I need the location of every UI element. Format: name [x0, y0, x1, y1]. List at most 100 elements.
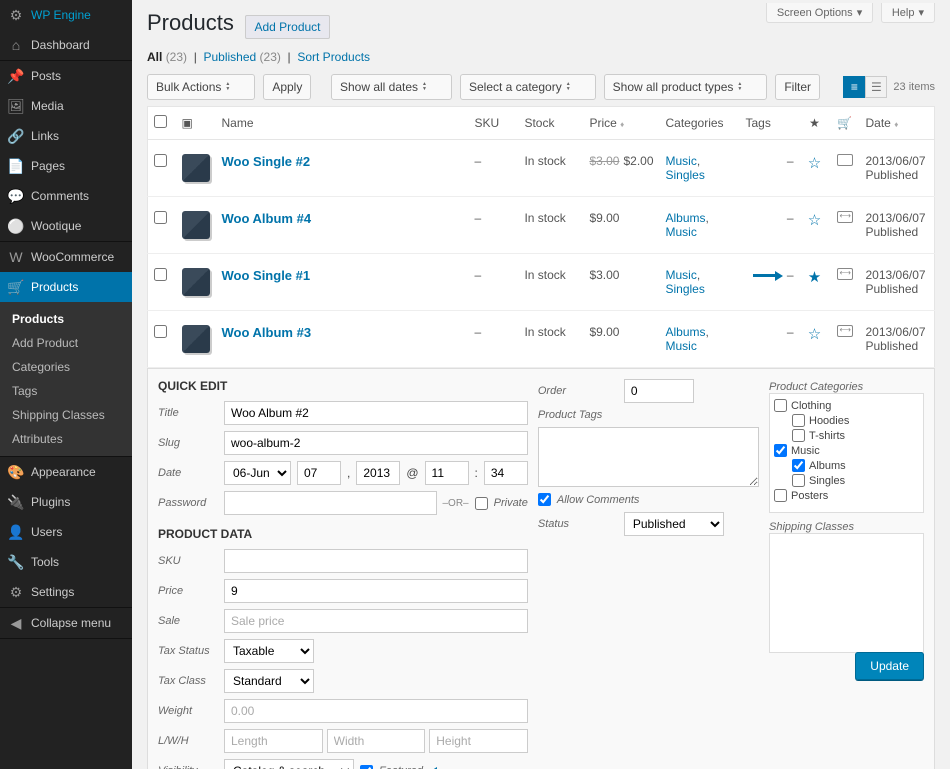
- featured-star-icon[interactable]: ☆: [808, 212, 821, 229]
- category-checklist[interactable]: ClothingHoodiesT-shirtsMusicAlbumsSingle…: [769, 393, 924, 513]
- sidebar-item-comments[interactable]: 💬Comments: [0, 181, 132, 211]
- featured-star-icon[interactable]: ☆: [808, 155, 821, 172]
- type-filter-select[interactable]: Show all product types▲▼: [604, 74, 768, 100]
- apply-button[interactable]: Apply: [263, 74, 311, 100]
- sidebar-item-woocommerce[interactable]: WWooCommerce: [0, 242, 132, 272]
- product-name-link[interactable]: Woo Album #3: [222, 325, 312, 340]
- filter-button[interactable]: Filter: [775, 74, 820, 100]
- qe-order-input[interactable]: [624, 379, 694, 403]
- date-column-header[interactable]: Date ♦: [860, 107, 935, 140]
- qe-year-input[interactable]: [356, 461, 400, 485]
- category-link[interactable]: Music: [666, 225, 697, 239]
- category-checkbox[interactable]: [774, 444, 787, 457]
- featured-star-icon[interactable]: ☆: [808, 326, 821, 343]
- price-column-header[interactable]: Price ♦: [583, 107, 659, 140]
- category-filter-select[interactable]: Select a category▲▼: [460, 74, 596, 100]
- tags-column-header[interactable]: Tags: [740, 107, 800, 140]
- sidebar-item-collapse-menu[interactable]: ◀Collapse menu: [0, 608, 132, 638]
- product-thumbnail[interactable]: [182, 325, 210, 353]
- product-name-link[interactable]: Woo Album #4: [222, 211, 312, 226]
- dates-filter-select[interactable]: Show all dates▲▼: [331, 74, 452, 100]
- sidebar-item-wp-engine[interactable]: ⚙WP Engine: [0, 0, 132, 30]
- qe-status-select[interactable]: Published: [624, 512, 724, 536]
- qe-featured-checkbox[interactable]: [360, 765, 373, 769]
- submenu-categories[interactable]: Categories: [0, 355, 132, 379]
- category-checkbox-item[interactable]: Posters: [774, 488, 919, 503]
- category-checkbox[interactable]: [792, 429, 805, 442]
- row-checkbox[interactable]: [154, 211, 167, 224]
- sidebar-item-media[interactable]: 🖼Media: [0, 91, 132, 121]
- category-checkbox-item[interactable]: Singles: [774, 473, 919, 488]
- qe-taxstatus-select[interactable]: Taxable: [224, 639, 314, 663]
- sidebar-item-dashboard[interactable]: ⌂Dashboard: [0, 30, 132, 60]
- published-filter-link[interactable]: Published: [203, 50, 256, 64]
- submenu-add-product[interactable]: Add Product: [0, 331, 132, 355]
- submenu-attributes[interactable]: Attributes: [0, 427, 132, 451]
- qe-length-input[interactable]: [224, 729, 323, 753]
- bulk-actions-select[interactable]: Bulk Actions▲▼: [147, 74, 255, 100]
- qe-height-input[interactable]: [429, 729, 528, 753]
- category-checkbox[interactable]: [792, 414, 805, 427]
- product-thumbnail[interactable]: [182, 154, 210, 182]
- category-checkbox-item[interactable]: Clothing: [774, 398, 919, 413]
- product-thumbnail[interactable]: [182, 211, 210, 239]
- qe-title-input[interactable]: [224, 401, 528, 425]
- categories-column-header[interactable]: Categories: [660, 107, 740, 140]
- category-link[interactable]: Music: [666, 339, 697, 353]
- qe-sale-input[interactable]: [224, 609, 528, 633]
- sidebar-item-tools[interactable]: 🔧Tools: [0, 547, 132, 577]
- sidebar-item-posts[interactable]: 📌Posts: [0, 61, 132, 91]
- category-checkbox[interactable]: [792, 474, 805, 487]
- category-checkbox[interactable]: [774, 399, 787, 412]
- category-link[interactable]: Music: [666, 154, 697, 168]
- qe-visibility-select[interactable]: Catalog & search: [224, 759, 354, 769]
- product-name-link[interactable]: Woo Single #2: [222, 154, 311, 169]
- name-column-header[interactable]: Name: [216, 107, 469, 140]
- category-checkbox-item[interactable]: Albums: [774, 458, 919, 473]
- qe-weight-input[interactable]: [224, 699, 528, 723]
- submenu-tags[interactable]: Tags: [0, 379, 132, 403]
- qe-hour-input[interactable]: [425, 461, 469, 485]
- select-all-checkbox[interactable]: [154, 115, 167, 128]
- category-link[interactable]: Singles: [666, 282, 705, 296]
- qe-sku-input[interactable]: [224, 549, 528, 573]
- qe-slug-input[interactable]: [224, 431, 528, 455]
- row-checkbox[interactable]: [154, 154, 167, 167]
- category-link[interactable]: Albums: [666, 325, 706, 339]
- category-checkbox[interactable]: [792, 459, 805, 472]
- category-checkbox[interactable]: [774, 489, 787, 502]
- sort-products-link[interactable]: Sort Products: [297, 50, 370, 64]
- list-view-icon[interactable]: ≡: [843, 76, 865, 98]
- stock-column-header[interactable]: Stock: [518, 107, 583, 140]
- featured-star-icon[interactable]: ★: [808, 269, 821, 286]
- sidebar-item-wootique[interactable]: ⚪Wootique: [0, 211, 132, 241]
- help-tab[interactable]: Help ▾: [881, 3, 935, 23]
- sidebar-item-pages[interactable]: 📄Pages: [0, 151, 132, 181]
- qe-tags-textarea[interactable]: [538, 427, 759, 487]
- category-link[interactable]: Music: [666, 268, 697, 282]
- qe-width-input[interactable]: [327, 729, 426, 753]
- sidebar-item-plugins[interactable]: 🔌Plugins: [0, 487, 132, 517]
- sidebar-item-settings[interactable]: ⚙Settings: [0, 577, 132, 607]
- sidebar-item-appearance[interactable]: 🎨Appearance: [0, 457, 132, 487]
- qe-private-checkbox[interactable]: [475, 497, 488, 510]
- sidebar-item-links[interactable]: 🔗Links: [0, 121, 132, 151]
- row-checkbox[interactable]: [154, 268, 167, 281]
- update-button[interactable]: Update: [855, 652, 924, 680]
- qe-min-input[interactable]: [484, 461, 528, 485]
- product-name-link[interactable]: Woo Single #1: [222, 268, 311, 283]
- category-link[interactable]: Albums: [666, 211, 706, 225]
- category-link[interactable]: Singles: [666, 168, 705, 182]
- product-thumbnail[interactable]: [182, 268, 210, 296]
- shipping-classes-box[interactable]: [769, 533, 924, 653]
- sku-column-header[interactable]: SKU: [468, 107, 518, 140]
- add-product-button[interactable]: Add Product: [245, 15, 329, 39]
- sidebar-item-products[interactable]: 🛒Products: [0, 272, 132, 302]
- qe-password-input[interactable]: [224, 491, 437, 515]
- sidebar-item-users[interactable]: 👤Users: [0, 517, 132, 547]
- qe-month-select[interactable]: 06-Jun: [224, 461, 291, 485]
- category-checkbox-item[interactable]: T-shirts: [774, 428, 919, 443]
- category-checkbox-item[interactable]: Hoodies: [774, 413, 919, 428]
- category-checkbox-item[interactable]: Music: [774, 443, 919, 458]
- submenu-shipping-classes[interactable]: Shipping Classes: [0, 403, 132, 427]
